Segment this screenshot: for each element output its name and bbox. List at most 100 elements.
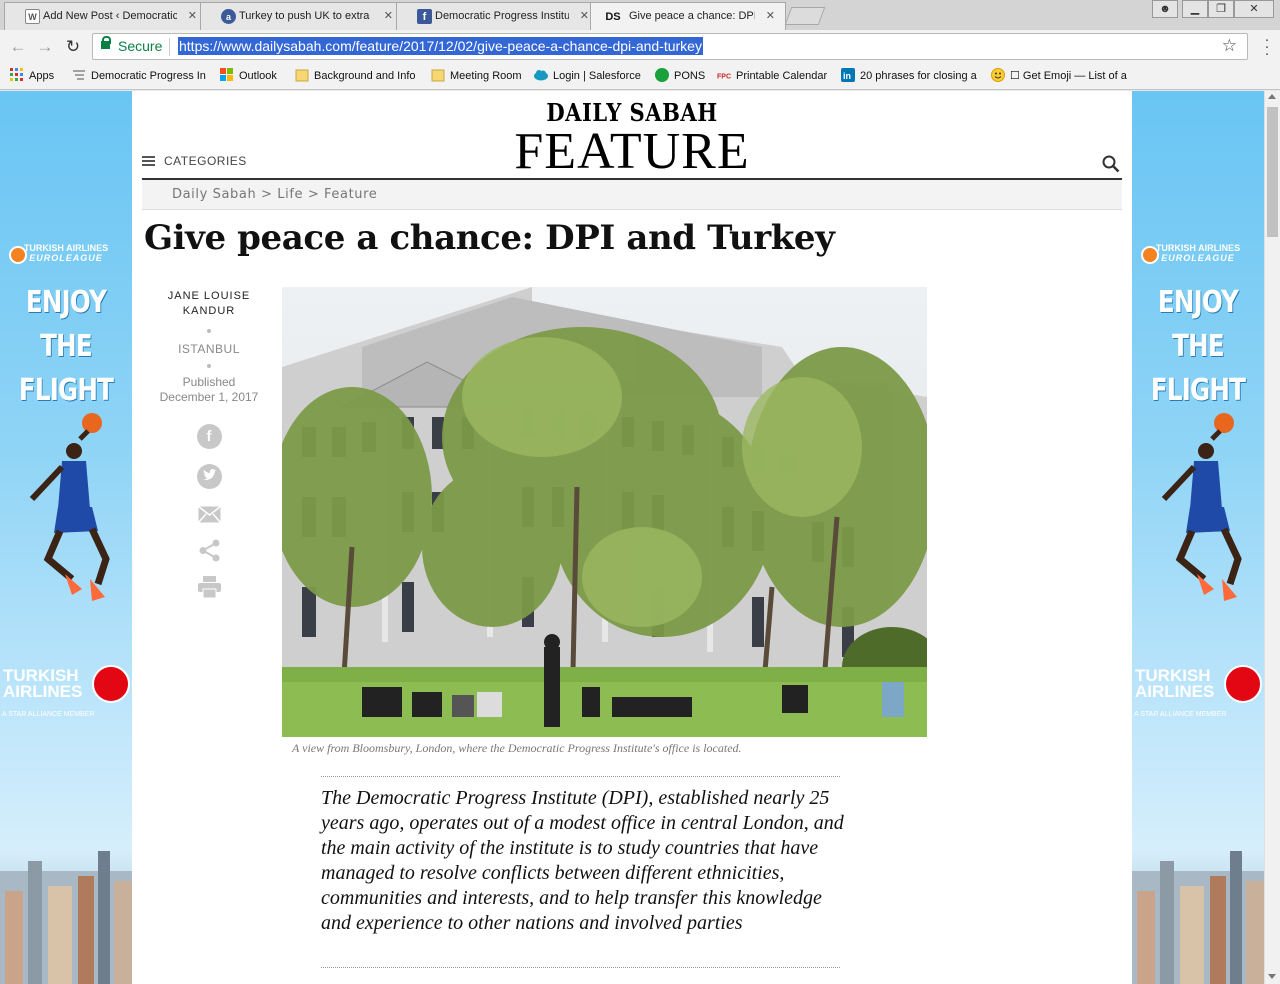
page-scrollbar[interactable]: [1264, 91, 1280, 984]
bookmark-meeting-room[interactable]: Meeting Room: [431, 68, 522, 84]
maximize-icon[interactable]: ❐: [1208, 0, 1234, 18]
tab-turkey-uk[interactable]: a Turkey to push UK to extra ✕: [200, 2, 404, 30]
bookmark-pons[interactable]: PONS: [655, 68, 705, 84]
photo-caption: A view from Bloomsbury, London, where th…: [292, 741, 742, 755]
article-lead: The Democratic Progress Institute (DPI),…: [321, 787, 844, 934]
scroll-down-arrow-icon[interactable]: [1268, 974, 1276, 979]
section-title[interactable]: FEATURE: [132, 125, 1132, 179]
ad-slogan-line2: THE FLIGHT: [1150, 329, 1246, 408]
ad-slogan-line1: ENJOY: [25, 285, 107, 320]
web-page: TURKISH AIRLINES EUROLEAGUE ENJOY THE FLIG…: [0, 91, 1280, 984]
article-photo[interactable]: [282, 287, 927, 737]
lock-icon: [101, 36, 111, 51]
facebook-icon: f: [196, 423, 222, 449]
author-line1: JANE LOUISE: [167, 290, 251, 302]
tab-title: Democratic Progress Institu: [435, 10, 569, 22]
tab-title: Give peace a chance: DPI a: [629, 10, 755, 22]
bookmark-star-icon[interactable]: ☆: [1222, 36, 1237, 56]
bookmark-label: ☐ Get Emoji — List of a: [1010, 70, 1127, 82]
ad-banner-right[interactable]: TURKISH AIRLINES EUROLEAGUE ENJOY THE FLIG…: [1132, 91, 1264, 984]
facebook-icon: f: [417, 9, 432, 24]
toolbar: ← → ↻ Secure https://www.dailysabah.com/…: [0, 30, 1280, 63]
twitter-icon: [196, 463, 222, 489]
printer-icon: [197, 576, 221, 598]
author-line2: KANDUR: [182, 305, 236, 317]
bookmark-salesforce[interactable]: Login | Salesforce: [534, 68, 641, 84]
bookmark-background-info[interactable]: Background and Info: [295, 68, 416, 84]
bookmark-label: 20 phrases for closing a: [860, 70, 977, 82]
folder-icon: [431, 69, 445, 82]
close-tab-icon[interactable]: ✕: [766, 3, 775, 29]
search-icon[interactable]: [1102, 155, 1120, 173]
breadcrumb[interactable]: Daily Sabah > Life > Feature: [142, 180, 1122, 210]
forward-arrow-icon[interactable]: →: [34, 36, 56, 58]
ad-league-label: TURKISH AIRLINES EUROLEAGUE: [1132, 243, 1264, 263]
scroll-up-arrow-icon[interactable]: [1268, 94, 1276, 99]
emoji-icon: [991, 68, 1005, 82]
url-text[interactable]: https://www.dailysabah.com/feature/2017/…: [178, 37, 703, 55]
meta-divider-dot: [207, 364, 211, 368]
tab-give-peace-active[interactable]: DS Give peace a chance: DPI a ✕: [590, 2, 786, 30]
lead-divider-bottom: [321, 967, 840, 968]
basketball-player-illustration: [1161, 413, 1242, 601]
ad-banner-left[interactable]: TURKISH AIRLINES EUROLEAGUE ENJOY THE FLIG…: [0, 91, 132, 984]
author-name[interactable]: JANE LOUISE KANDUR: [146, 289, 272, 319]
tab-strip: W Add New Post ‹ Democratic ✕ a Turkey t…: [0, 0, 1280, 30]
menu-dots-icon[interactable]: · · ·: [1262, 32, 1272, 61]
published-info: Published December 1, 2017: [146, 375, 272, 405]
close-tab-icon[interactable]: ✕: [580, 3, 589, 29]
ad-league-label: TURKISH AIRLINES EUROLEAGUE: [0, 243, 132, 263]
turkish-airlines-logo-icon: [92, 665, 130, 703]
ad-league-line1: TURKISH AIRLINES: [23, 243, 109, 253]
ad-airline-label: TURKISH AIRLINES: [1132, 667, 1232, 700]
secure-label: Secure: [118, 38, 163, 54]
envelope-icon: [197, 505, 221, 523]
ad-slogan-line2: THE FLIGHT: [18, 329, 114, 408]
bookmark-dpi[interactable]: Democratic Progress In: [72, 68, 208, 84]
tab-title: Turkey to push UK to extra: [239, 10, 370, 22]
back-arrow-icon[interactable]: ←: [7, 36, 29, 58]
bookmark-label: Login | Salesforce: [553, 70, 641, 82]
minimize-icon[interactable]: ▁: [1182, 0, 1208, 18]
pons-icon: [655, 68, 669, 82]
site-favicon: a: [221, 9, 236, 24]
reload-icon[interactable]: ↻: [62, 36, 84, 58]
close-tab-icon[interactable]: ✕: [188, 3, 197, 29]
meta-divider-dot: [207, 329, 211, 333]
window-close-icon[interactable]: ✕: [1234, 0, 1274, 18]
bookmark-printable-calendar[interactable]: FPC Printable Calendar: [717, 68, 827, 84]
profile-icon[interactable]: ☻: [1152, 0, 1178, 18]
bookmark-get-emoji[interactable]: ☐ Get Emoji — List of a: [991, 68, 1131, 84]
tab-title: Add New Post ‹ Democratic: [43, 10, 177, 22]
lead-divider-top: [321, 776, 840, 777]
ad-slogan-line1: ENJOY: [1157, 285, 1239, 320]
ad-slogan: ENJOY THE FLIGHT: [12, 281, 120, 413]
email-share-button[interactable]: [196, 501, 222, 527]
bookmark-outlook[interactable]: Outlook: [220, 68, 277, 84]
article-main: DAILY SABAH FEATURE CATEGORIES Daily Sab…: [132, 91, 1132, 984]
bookmark-label: PONS: [674, 70, 706, 82]
dpi-favicon: [73, 70, 85, 80]
ad-slogan: ENJOY THE FLIGHT: [1144, 281, 1252, 413]
close-tab-icon[interactable]: ✕: [384, 3, 393, 29]
address-bar[interactable]: Secure https://www.dailysabah.com/featur…: [92, 33, 1248, 60]
bookmark-apps[interactable]: Apps: [10, 68, 54, 84]
ad-alliance-label: A STAR ALLIANCE MEMBER: [1134, 711, 1227, 718]
bookmark-linkedin[interactable]: in 20 phrases for closing a: [841, 68, 977, 84]
bookmark-label: Printable Calendar: [736, 70, 828, 82]
salesforce-cloud-icon: [534, 70, 548, 81]
ad-league-line2: EUROLEAGUE: [1161, 253, 1235, 263]
scrollbar-thumb[interactable]: [1267, 107, 1278, 237]
new-tab-button[interactable]: [784, 7, 826, 25]
basketball-player-illustration: [29, 413, 110, 601]
wordpress-icon: W: [25, 9, 40, 24]
facebook-share-button[interactable]: f: [196, 423, 222, 449]
share-button[interactable]: [196, 537, 222, 563]
share-icon: [199, 539, 219, 561]
print-button[interactable]: [196, 574, 222, 600]
tab-add-new-post[interactable]: W Add New Post ‹ Democratic ✕: [4, 2, 208, 30]
tab-dpi-facebook[interactable]: f Democratic Progress Institu ✕: [396, 2, 600, 30]
svg-text:in: in: [843, 71, 851, 81]
categories-button[interactable]: CATEGORIES: [142, 154, 247, 168]
twitter-share-button[interactable]: [196, 463, 222, 489]
